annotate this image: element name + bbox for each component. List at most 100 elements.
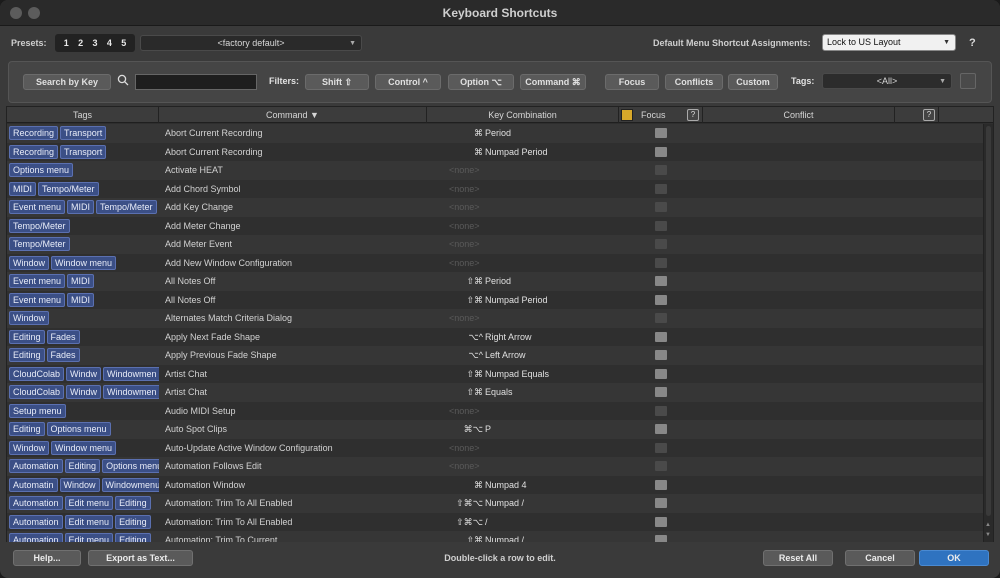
table-row[interactable]: Recording Transport Abort Current Recordin… (7, 124, 983, 143)
tag-chip[interactable]: Tempo/Meter (96, 200, 157, 215)
tag-chip[interactable]: Automation (9, 459, 63, 474)
focus-checkbox[interactable] (655, 387, 667, 397)
tag-chip[interactable]: Event menu (9, 200, 66, 215)
preset-1-button[interactable]: 1 (64, 38, 69, 48)
focus-checkbox[interactable] (655, 128, 667, 138)
tag-chip[interactable]: Edit menu (64, 496, 114, 511)
table-row[interactable]: Options menu Activate HEAT <none> (7, 161, 983, 180)
tag-chip[interactable]: Window (59, 477, 100, 492)
tags-select[interactable]: <All> ▼ (822, 73, 952, 89)
focus-checkbox[interactable] (655, 183, 667, 194)
tag-chip[interactable]: Options menu (102, 459, 159, 474)
scroll-up-icon[interactable]: ▲ (985, 522, 991, 528)
table-row[interactable]: Window Window menu Auto-Update Active Wind… (7, 438, 983, 457)
table-row[interactable]: MIDI Tempo/Meter Add Chord Symbol <none> (7, 179, 983, 198)
scroll-down-icon[interactable]: ▼ (985, 532, 991, 538)
tag-chip[interactable]: Recording (9, 144, 59, 159)
table-row[interactable]: CloudColab Windw Windowmen Artist Chat ⇧⌘ Num… (7, 364, 983, 383)
tag-chip[interactable]: MIDI (67, 274, 95, 289)
focus-checkbox[interactable] (655, 239, 667, 249)
focus-checkbox[interactable] (655, 350, 667, 360)
focus-checkbox[interactable] (655, 424, 667, 434)
table-row[interactable]: Event menu MIDI All Notes Off ⇧⌘ Numpad Peri… (7, 290, 983, 309)
tag-chip[interactable]: Tempo/Meter (9, 218, 70, 233)
focus-checkbox[interactable] (655, 202, 667, 212)
focus-filter-button[interactable]: Focus (605, 74, 659, 90)
tag-chip[interactable]: Tempo/Meter (38, 181, 99, 196)
focus-checkbox[interactable] (655, 368, 667, 379)
tag-chip[interactable]: Editing (115, 514, 151, 529)
tag-chip[interactable]: MIDI (67, 292, 95, 307)
table-row[interactable]: Editing Options menu Auto Spot Clips ⌘⌥ P (7, 420, 983, 439)
tag-chip[interactable]: Editing (64, 459, 101, 474)
focus-checkbox[interactable] (655, 498, 667, 508)
reset-all-button[interactable]: Reset All (763, 550, 833, 566)
tag-chip[interactable]: Editing (115, 533, 151, 542)
focus-checkbox[interactable] (655, 442, 667, 453)
tags-column-header[interactable]: Tags (7, 107, 159, 123)
tag-chip[interactable]: Setup menu (9, 403, 66, 418)
scrollbar-thumb[interactable] (986, 126, 991, 516)
conflict-column-header[interactable]: Conflict (703, 107, 895, 123)
tag-chip[interactable]: MIDI (9, 181, 36, 196)
table-row[interactable]: Event menu MIDI Tempo/Meter Add Key Change <… (7, 198, 983, 217)
command-filter-button[interactable]: Command ⌘ (520, 74, 586, 90)
focus-checkbox[interactable] (655, 276, 667, 286)
preset-4-button[interactable]: 4 (107, 38, 112, 48)
tag-chip[interactable]: Editing (9, 348, 45, 363)
tag-chip[interactable]: Window (9, 311, 50, 326)
tag-chip[interactable]: Automatin (9, 477, 58, 492)
table-row[interactable]: Editing Fades Apply Next Fade Shape ⌥^ Right… (7, 327, 983, 346)
tag-chip[interactable]: Window menu (51, 440, 117, 455)
command-column-header[interactable]: Command ▼ (159, 107, 427, 123)
tag-chip[interactable]: Event menu (9, 274, 66, 289)
table-row[interactable]: Automatin Window Windowmenu Automation Wind… (7, 475, 983, 494)
focus-checkbox[interactable] (655, 294, 667, 305)
shift-filter-button[interactable]: Shift ⇧ (305, 74, 369, 90)
table-row[interactable]: Automation Edit menu Editing Automation: Tr… (7, 494, 983, 513)
option-filter-button[interactable]: Option ⌥ (448, 74, 514, 90)
table-row[interactable]: Editing Fades Apply Previous Fade Shape ⌥^ L… (7, 346, 983, 365)
tag-chip[interactable]: Editing (9, 422, 45, 437)
search-input[interactable] (135, 74, 257, 90)
focus-checkbox[interactable] (655, 220, 667, 231)
tag-chip[interactable]: Windowmen (103, 366, 159, 381)
tag-chip[interactable]: Automation (9, 496, 63, 511)
focus-checkbox[interactable] (655, 516, 667, 527)
table-row[interactable]: Window Window menu Add New Window Configur… (7, 253, 983, 272)
tag-chip[interactable]: Edit menu (64, 514, 114, 529)
tags-extra-button[interactable] (960, 73, 976, 89)
tag-chip[interactable]: Window (9, 255, 50, 270)
tag-chip[interactable]: Recording (9, 126, 59, 141)
tag-chip[interactable]: Windw (66, 385, 102, 400)
cancel-button[interactable]: Cancel (845, 550, 915, 566)
custom-filter-button[interactable]: Custom (728, 74, 778, 90)
table-row[interactable]: Tempo/Meter Add Meter Change <none> (7, 216, 983, 235)
table-row[interactable]: Automation Edit menu Editing Automation: Tr… (7, 531, 983, 542)
focus-checkbox[interactable] (655, 146, 667, 157)
table-row[interactable]: Window Alternates Match Criteria Dialog <n… (7, 309, 983, 328)
table-row[interactable]: Automation Editing Options menu Automation … (7, 457, 983, 476)
search-by-key-button[interactable]: Search by Key (23, 74, 111, 90)
focus-checkbox[interactable] (655, 331, 667, 342)
key-column-header[interactable]: Key Combination (427, 107, 619, 123)
tag-chip[interactable]: Editing (9, 329, 45, 344)
tag-chip[interactable]: Options menu (9, 163, 74, 178)
focus-checkbox[interactable] (655, 313, 667, 323)
tag-chip[interactable]: Window (9, 440, 50, 455)
table-scrollbar[interactable]: ▲ ▼ (983, 124, 993, 542)
table-row[interactable]: Recording Transport Abort Current Recordin… (7, 142, 983, 161)
table-row[interactable]: CloudColab Windw Windowmen Artist Chat ⇧⌘ Equ… (7, 383, 983, 402)
tag-chip[interactable]: Event menu (9, 292, 66, 307)
tag-chip[interactable]: CloudColab (9, 385, 65, 400)
tag-chip[interactable]: Options menu (46, 422, 111, 437)
tag-chip[interactable]: Transport (60, 126, 107, 141)
tag-chip[interactable]: Automation (9, 514, 63, 529)
tag-chip[interactable]: Edit menu (64, 533, 114, 542)
preset-select[interactable]: <factory default> ▼ (140, 35, 362, 51)
table-row[interactable]: Event menu MIDI All Notes Off ⇧⌘ Period (7, 272, 983, 291)
table-row[interactable]: Setup menu Audio MIDI Setup <none> (7, 401, 983, 420)
focus-checkbox[interactable] (655, 461, 667, 471)
tag-chip[interactable]: Fades (46, 329, 80, 344)
ok-button[interactable]: OK (919, 550, 989, 566)
